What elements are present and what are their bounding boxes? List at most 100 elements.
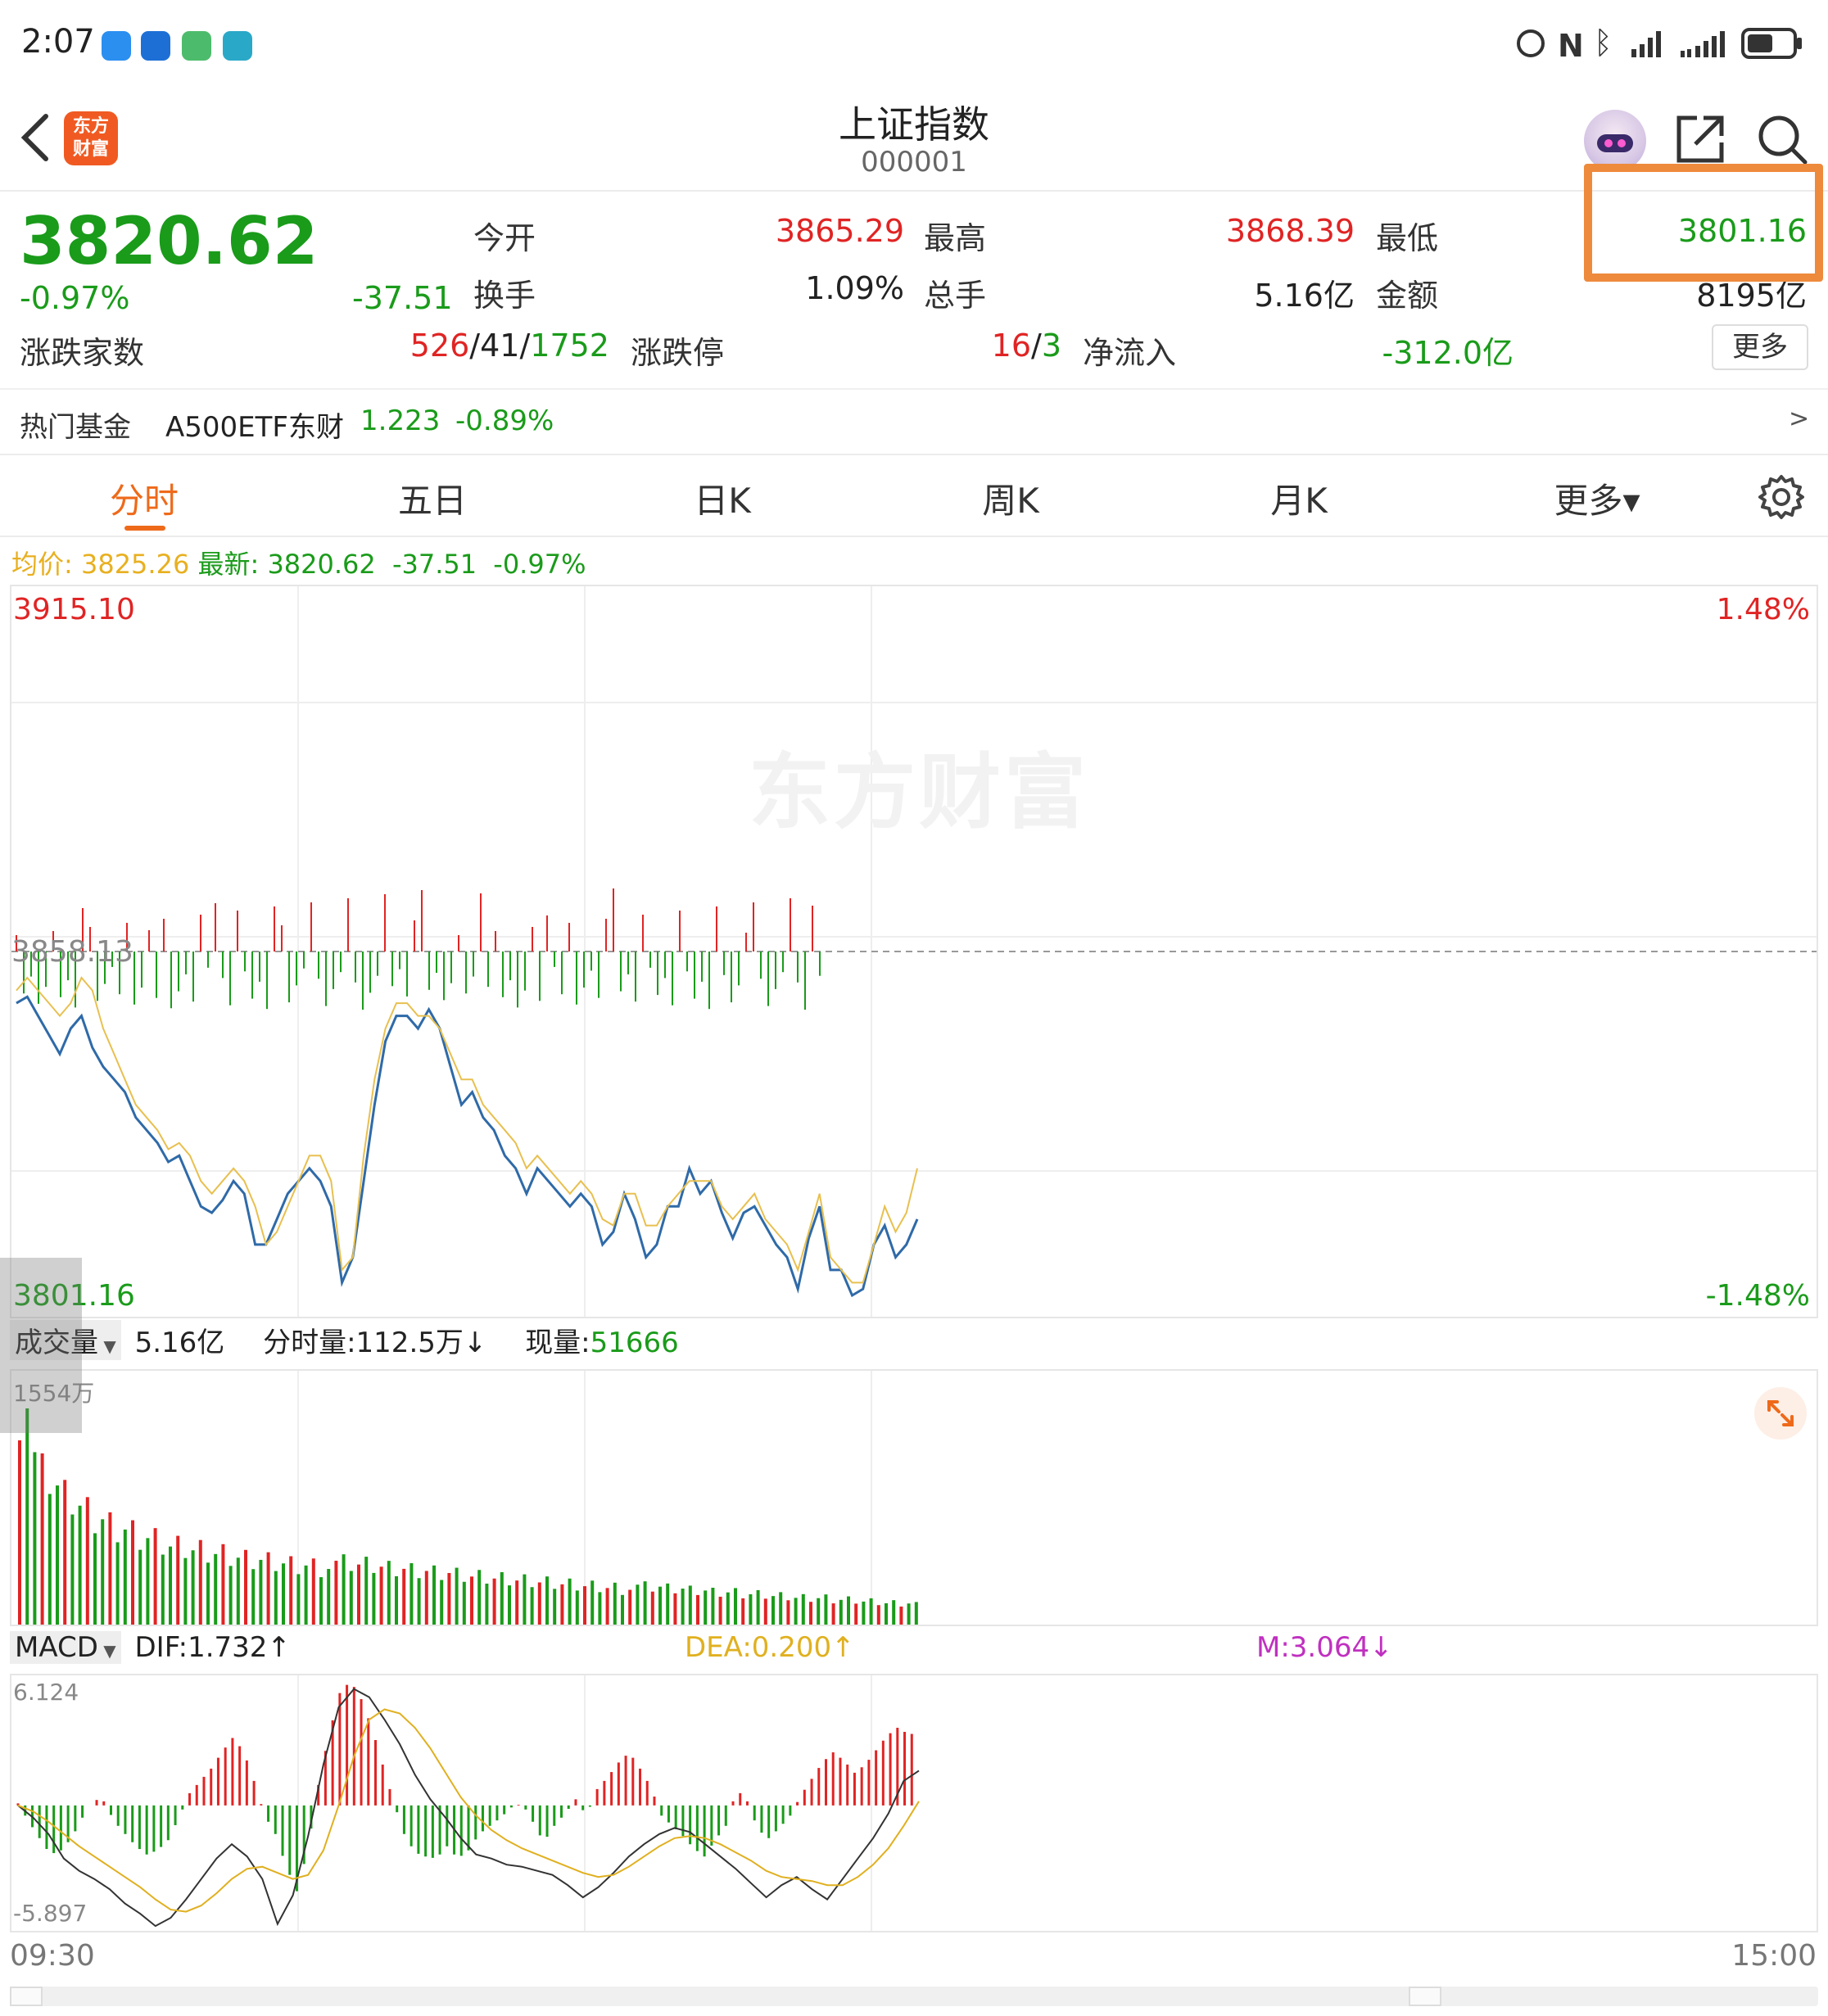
period-tabs: 分时 五日 日K 周K 月K 更多▾	[0, 455, 1828, 537]
status-bar: 2:07 N ᛒ	[0, 0, 1828, 90]
volume-bar	[266, 1552, 270, 1625]
tab-five-day[interactable]: 五日	[342, 473, 523, 523]
volume-bar	[85, 1497, 89, 1625]
volume-bar	[899, 1606, 903, 1625]
high-label: 最高	[924, 220, 987, 256]
sep-2: /	[519, 328, 531, 364]
latest-label: 最新:	[197, 549, 260, 580]
volume-bar	[78, 1505, 82, 1625]
volume-bar	[379, 1566, 383, 1625]
volume-bar	[590, 1580, 595, 1625]
fund-arrow-icon: >	[1789, 405, 1810, 433]
volume-bar	[839, 1599, 843, 1625]
volume-bar	[25, 1408, 29, 1625]
volume-bar	[221, 1544, 225, 1625]
volume-bar	[304, 1565, 308, 1625]
volume-bar	[545, 1576, 549, 1625]
volume-header: 成交量 ▼ 5.16亿 分时量:112.5万↓ 现量:51666	[10, 1320, 1818, 1366]
volume-bar	[862, 1601, 866, 1625]
scroll-handle-left[interactable]	[10, 1987, 43, 2006]
updown-values: 526/41/1752	[409, 328, 609, 364]
volume-bar	[56, 1485, 59, 1625]
open-label: 今开	[473, 220, 536, 256]
tab-monthly[interactable]: 月K	[1209, 473, 1389, 523]
price-chart[interactable]: 东方财富 3915.10 1.48% 3858.13 3801.16 -1.48…	[10, 585, 1818, 1318]
m-label: M:	[1256, 1631, 1290, 1664]
volume-bar	[786, 1600, 790, 1625]
volume-bar	[387, 1561, 391, 1625]
more-button[interactable]: 更多	[1712, 324, 1808, 370]
limit-values: 16/3	[901, 328, 1061, 364]
volume-bar	[138, 1549, 143, 1625]
volume-bar	[696, 1594, 699, 1625]
volume-bar	[364, 1557, 369, 1625]
search-icon[interactable]	[1756, 113, 1808, 165]
tab-minute[interactable]: 分时	[54, 473, 234, 523]
volume-bar	[432, 1565, 436, 1625]
volume-bar	[402, 1568, 406, 1625]
scroll-handle-right[interactable]	[1409, 1987, 1441, 2006]
macd-chart[interactable]: 6.124 -5.897	[10, 1674, 1818, 1932]
volume-bar	[131, 1520, 134, 1625]
settings-gear-icon[interactable]	[1758, 473, 1805, 521]
turnover-label: 换手	[473, 278, 536, 314]
volume-bar	[568, 1578, 572, 1625]
limit-up: 16	[991, 328, 1031, 364]
tab-weekly[interactable]: 周K	[921, 473, 1101, 523]
share-icon[interactable]	[1674, 113, 1726, 165]
volume-bar	[876, 1605, 880, 1625]
volume-bar	[176, 1535, 180, 1625]
volume-bar	[718, 1596, 722, 1625]
volume-bar	[228, 1566, 233, 1625]
volume-bar	[726, 1592, 730, 1625]
volume-bar	[681, 1589, 685, 1625]
latest-value: 3820.62	[267, 549, 376, 580]
volume-bar	[598, 1592, 602, 1625]
volume-bar	[236, 1557, 240, 1625]
macd-selector[interactable]: MACD ▼	[10, 1631, 121, 1664]
volume-bar	[206, 1562, 210, 1625]
volume-bar	[628, 1589, 632, 1625]
volume-bar	[108, 1512, 112, 1625]
volume-total: 5.16亿	[134, 1327, 225, 1359]
price-chart-svg	[11, 586, 1817, 1317]
volume-label: 总手	[924, 278, 987, 314]
volume-bar	[274, 1571, 278, 1625]
volume-bar	[741, 1598, 745, 1625]
m-text: M:3.064↓	[1256, 1631, 1393, 1664]
volume-bar	[560, 1584, 564, 1625]
volume-bar	[40, 1453, 44, 1625]
volume-bar	[515, 1580, 519, 1625]
pct-min-label: -1.48%	[1705, 1279, 1810, 1313]
volume-bar	[523, 1574, 527, 1625]
tab-more[interactable]: 更多▾	[1507, 473, 1687, 523]
notification-game-icon	[223, 31, 252, 61]
bluetooth-icon: ᛒ	[1594, 25, 1613, 61]
tab-daily[interactable]: 日K	[632, 473, 812, 523]
assistant-avatar-icon[interactable]	[1584, 110, 1646, 172]
volume-chart[interactable]: 1554万	[10, 1369, 1818, 1626]
chart-scrollbar[interactable]	[10, 1987, 1818, 2006]
signal-2-icon	[1679, 29, 1731, 57]
turnover-value: 1.09%	[805, 270, 904, 306]
volume-bar	[372, 1572, 376, 1625]
volume-bar	[462, 1581, 466, 1625]
limit-sep: /	[1031, 328, 1042, 364]
volume-bar	[93, 1533, 97, 1625]
notification-sim-icon	[182, 31, 211, 61]
volume-bar	[734, 1588, 737, 1625]
volume-bar	[289, 1556, 293, 1625]
volume-bar	[749, 1593, 753, 1625]
volume-bar	[191, 1550, 195, 1625]
volume-bar	[801, 1593, 805, 1625]
volume-bar	[809, 1602, 812, 1625]
volume-bar	[537, 1582, 541, 1625]
macd-min-label: -5.897	[13, 1900, 88, 1927]
netflow-label: 净流入	[1083, 335, 1177, 371]
expand-icon[interactable]	[1754, 1387, 1807, 1440]
volume-bar	[477, 1570, 482, 1625]
limit-label: 涨跌停	[631, 335, 725, 371]
volume-bar	[688, 1585, 692, 1625]
hot-fund-row[interactable]: 热门基金 A500ETF东财 1.223 -0.89% >	[0, 390, 1828, 452]
volume-bar	[824, 1594, 828, 1625]
